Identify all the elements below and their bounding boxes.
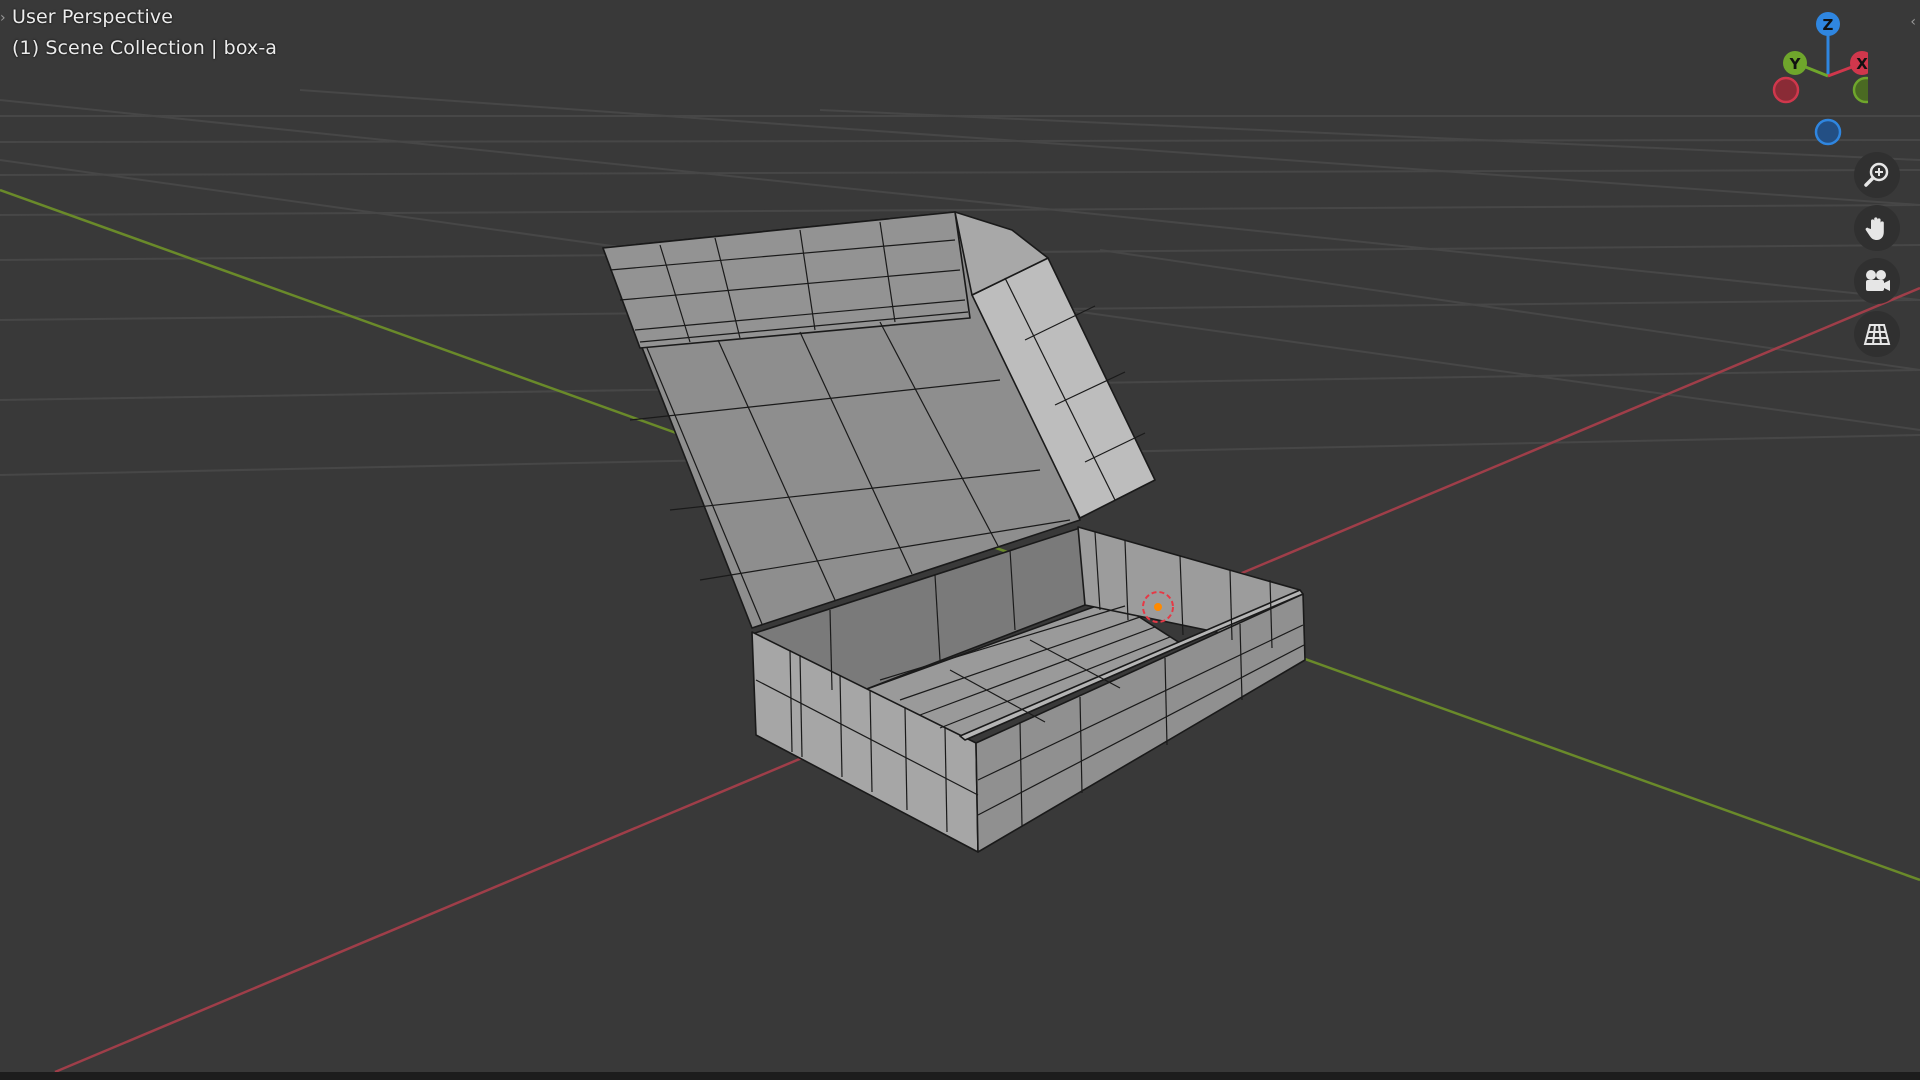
camera-view-button[interactable] [1854,258,1900,304]
navigation-gizmo[interactable]: Z Y X [1758,6,1868,152]
gizmo-y-label: Y [1789,55,1802,73]
gizmo-y-axis[interactable]: Y [1783,51,1807,75]
scene-collection-label: (1) Scene Collection | box-a [12,37,278,59]
toolbar-expand-icon[interactable]: › [0,10,6,26]
grid-icon [1863,324,1891,345]
gizmo-x-axis[interactable]: X [1850,51,1868,75]
zoom-icon [1864,162,1889,187]
3d-viewport[interactable]: User Perspective (1) Scene Collection | … [0,0,1920,1080]
viewport-bottom-border [0,1072,1920,1080]
gizmo-x-label: X [1856,55,1868,73]
sidebar-expand-icon[interactable]: ‹ [1910,14,1916,30]
orthographic-toggle-button[interactable] [1854,311,1900,357]
gizmo-neg-z[interactable] [1814,118,1842,146]
view-name-label: User Perspective [12,6,173,28]
zoom-button[interactable] [1854,152,1900,198]
hand-icon [1865,217,1884,240]
gizmo-neg-x[interactable] [1772,76,1800,104]
gizmo-neg-y[interactable] [1852,76,1868,104]
scene-canvas[interactable] [0,0,1920,1080]
pan-button[interactable] [1854,205,1900,251]
gizmo-z-axis[interactable]: Z [1816,12,1840,36]
camera-icon [1866,270,1890,291]
gizmo-z-label: Z [1823,16,1834,34]
